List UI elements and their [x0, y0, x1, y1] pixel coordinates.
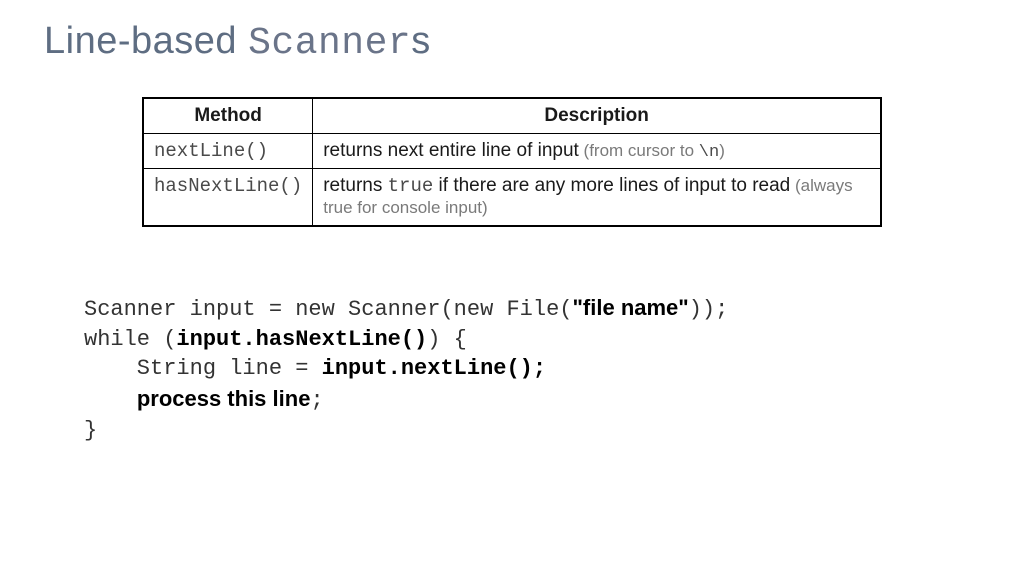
- table-wrap: Method Description nextLine() returns ne…: [40, 97, 984, 227]
- desc-post: if there are any more lines of input to …: [433, 175, 790, 196]
- methods-table: Method Description nextLine() returns ne…: [142, 97, 882, 227]
- code-block: Scanner input = new Scanner(new File("fi…: [84, 293, 984, 445]
- table-header-row: Method Description: [143, 98, 881, 134]
- desc-cell: returns true if there are any more lines…: [313, 169, 881, 227]
- col-description: Description: [313, 98, 881, 134]
- slide: Line-based Scanners Method Description n…: [0, 0, 1024, 576]
- col-method: Method: [143, 98, 313, 134]
- desc-main: returns next entire line of input: [323, 140, 579, 161]
- method-cell: nextLine(): [143, 134, 313, 169]
- slide-title: Line-based Scanners: [44, 20, 984, 65]
- desc-pre: returns: [323, 175, 387, 196]
- method-cell: hasNextLine(): [143, 169, 313, 227]
- desc-mono: true: [388, 175, 434, 197]
- title-prefix: Line-based: [44, 20, 248, 62]
- desc-cell: returns next entire line of input (from …: [313, 134, 881, 169]
- table-row: hasNextLine() returns true if there are …: [143, 169, 881, 227]
- table-row: nextLine() returns next entire line of i…: [143, 134, 881, 169]
- title-mono: Scanner: [248, 22, 411, 65]
- title-suffix: s: [411, 20, 431, 62]
- desc-note: (from cursor to \n): [579, 141, 725, 160]
